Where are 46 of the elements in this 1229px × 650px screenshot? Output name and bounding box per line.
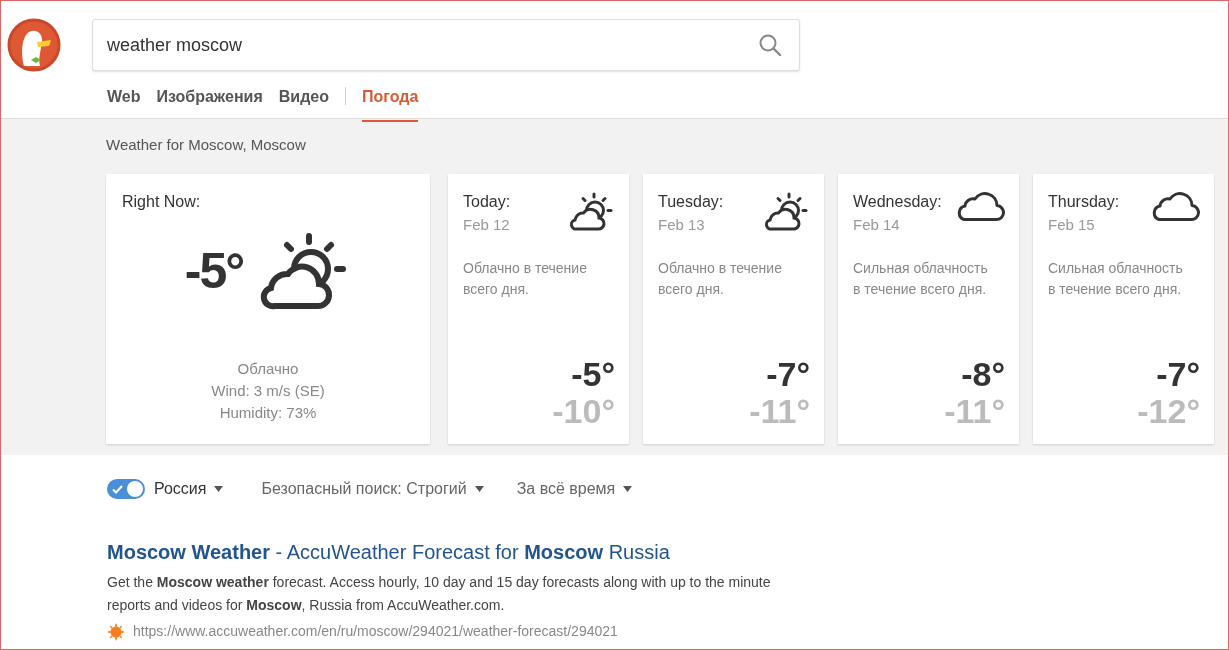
dropdown-label[interactable]: Россия [154, 477, 207, 501]
low-temperature: -12° [1136, 390, 1200, 432]
high-temperature: -8° [960, 356, 1005, 391]
low-temperature: -11° [748, 390, 810, 432]
low-temperature: -10° [551, 390, 615, 432]
high-temperature: -7° [1155, 356, 1200, 391]
sun-favicon-icon [107, 622, 125, 641]
date-text: Feb 14 [853, 214, 901, 235]
day-label: Wednesday: [853, 191, 942, 212]
dropdown-label[interactable]: За всё время [516, 477, 616, 501]
caret-icon [474, 486, 484, 492]
tab[interactable]: Изображения [156, 85, 263, 122]
result-snippet: Get the Moscow weather forecast. Access hourly, 10 day and 15 day forecasts along with up to the minute reports and videos for Moscow, Russia from AccuWeather.com. [107, 573, 772, 615]
check-icon [112, 485, 123, 494]
date-text: Feb 12 [463, 214, 511, 235]
search-field[interactable]: weather moscow [92, 19, 800, 71]
forecast-summary: Облачно в течение всего дня. [658, 259, 783, 299]
result-url[interactable]: https://www.accuweather.com/en/ru/moscow/294021/weather-forecast/294021 [133, 621, 618, 642]
date-text: Feb 15 [1048, 214, 1096, 235]
condition-text: Облачно [236, 358, 300, 379]
high-temperature: -7° [765, 356, 810, 391]
date-text: Feb 13 [658, 214, 706, 235]
high-temperature: -5° [570, 356, 615, 391]
duck-logo[interactable] [7, 18, 61, 72]
caret-icon [623, 486, 633, 492]
weather-label: Right Now: [122, 191, 202, 212]
low-temperature: -11° [943, 390, 1005, 432]
day-label: Thursday: [1048, 191, 1120, 212]
forecast-summary: Облачно в течение всего дня. [463, 259, 588, 299]
wind-text: Wind: 3 m/s (SE) [210, 380, 326, 401]
region-toggle[interactable] [107, 479, 145, 499]
dropdown-label[interactable]: Безопасный поиск: Строгий [261, 477, 467, 501]
caret-icon [214, 486, 224, 492]
day-label: Today: [463, 191, 511, 212]
result-title[interactable]: Moscow Weather - AccuWeather Forecast for Moscow Russia [107, 541, 670, 563]
search-icon[interactable] [758, 33, 782, 57]
cloud-icon [1150, 191, 1200, 222]
weather-heading: Weather for Moscow, Moscow [106, 135, 307, 155]
tab[interactable]: Видео [278, 85, 329, 122]
humidity-text: Humidity: 73% [218, 402, 318, 423]
forecast-summary: Сильная облачность в течение всего дня. [853, 259, 989, 299]
cloud-icon [955, 191, 1005, 222]
forecast-summary: Сильная облачность в течение всего дня. [1048, 259, 1184, 299]
temperature: -5° [184, 242, 244, 301]
tab[interactable]: Web [107, 85, 141, 122]
day-label: Tuesday: [658, 191, 724, 212]
